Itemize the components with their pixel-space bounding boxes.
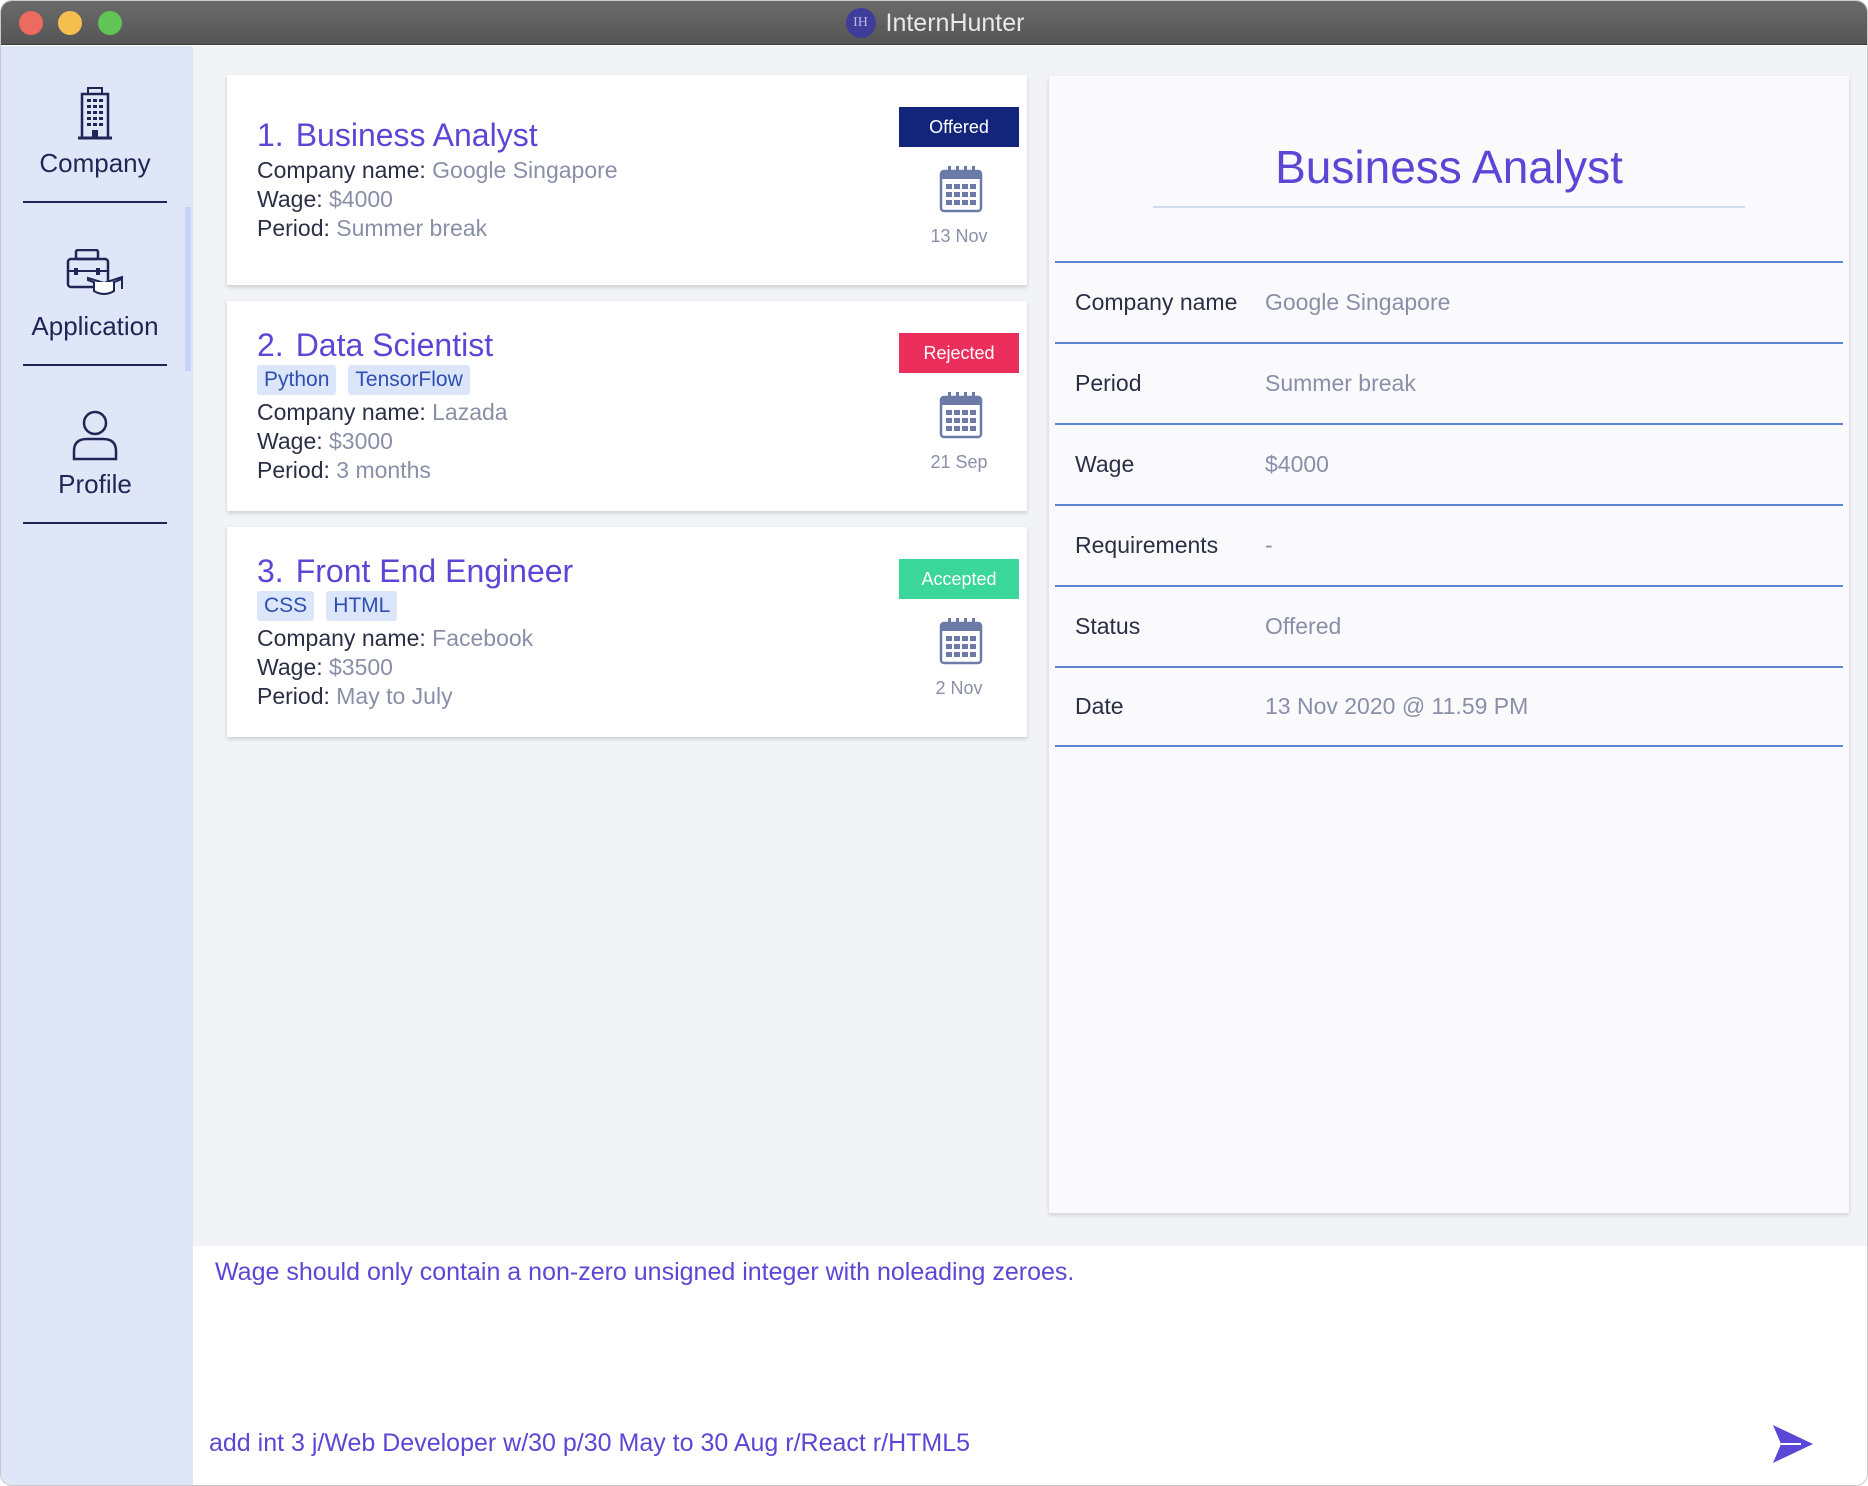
sidebar: Company Application Profile — [1, 46, 193, 1485]
detail-label: Date — [1075, 693, 1124, 719]
calendar-icon — [939, 166, 983, 213]
card-wage-value: $3000 — [329, 428, 393, 454]
card-wage-row: Wage: $4000 — [257, 186, 393, 213]
card-period-value: Summer break — [336, 215, 488, 241]
detail-value: Google Singapore — [1265, 289, 1451, 315]
card-job-title: Front End Engineer — [295, 553, 574, 589]
briefcase-graduation-icon — [66, 249, 124, 303]
card-company-value: Facebook — [432, 625, 534, 651]
card-tags: CSS HTML — [257, 591, 398, 621]
card-job-title: Data Scientist — [295, 327, 494, 363]
tag: TensorFlow — [348, 365, 470, 395]
detail-row: Requirements - — [1055, 504, 1843, 585]
card-period-label: Period: — [257, 215, 330, 241]
sidebar-item-label: Application — [31, 311, 159, 341]
card-wage-row: Wage: $3500 — [257, 654, 393, 681]
card-date: 21 Sep — [930, 452, 988, 472]
card-period-value: May to July — [336, 683, 453, 709]
user-icon — [71, 409, 119, 461]
card-title: 2. Data Scientist — [257, 327, 493, 364]
sidebar-selection-indicator — [185, 207, 191, 371]
detail-title: Business Analyst — [1275, 141, 1623, 193]
detail-row: Company name Google Singapore — [1055, 261, 1843, 342]
calendar-icon — [939, 618, 983, 665]
card-company-row: Company name: Google Singapore — [257, 157, 618, 184]
status-badge: Rejected — [899, 333, 1019, 373]
card-company-label: Company name: — [257, 157, 426, 183]
card-period-label: Period: — [257, 457, 330, 483]
sidebar-item-application[interactable]: Application — [23, 209, 167, 366]
detail-label: Wage — [1075, 451, 1135, 477]
card-company-label: Company name: — [257, 399, 426, 425]
card-index: 1. — [257, 117, 284, 153]
detail-value: $4000 — [1265, 451, 1329, 477]
window-title: InternHunter — [885, 8, 1025, 37]
card-index: 2. — [257, 327, 284, 363]
card-company-label: Company name: — [257, 625, 426, 651]
card-wage-value: $3500 — [329, 654, 393, 680]
sidebar-item-company[interactable]: Company — [23, 46, 167, 203]
detail-row: Status Offered — [1055, 585, 1843, 666]
card-job-title: Business Analyst — [295, 117, 538, 153]
sidebar-item-label: Profile — [58, 469, 132, 499]
status-badge: Accepted — [899, 559, 1019, 599]
card-wage-label: Wage: — [257, 654, 323, 680]
detail-row: Date 13 Nov 2020 @ 11.59 PM — [1055, 666, 1843, 747]
calendar-icon — [939, 392, 983, 439]
app-logo-icon: IH — [845, 8, 876, 38]
card-title: 3. Front End Engineer — [257, 553, 573, 590]
detail-label: Company name — [1075, 289, 1238, 315]
card-period-row: Period: 3 months — [257, 457, 431, 484]
building-icon — [78, 86, 112, 140]
card-period-row: Period: May to July — [257, 683, 453, 710]
detail-title-divider — [1153, 206, 1745, 208]
send-icon[interactable] — [1771, 1423, 1815, 1465]
result-display: Wage should only contain a non-zero unsi… — [193, 1246, 1867, 1396]
card-wage-label: Wage: — [257, 428, 323, 454]
detail-label: Status — [1075, 613, 1141, 639]
main-panel: 1. Business Analyst Company name: Google … — [193, 46, 1867, 1246]
detail-row: Period Summer break — [1055, 342, 1843, 423]
detail-label: Period — [1075, 370, 1142, 396]
detail-value: 13 Nov 2020 @ 11.59 PM — [1265, 693, 1529, 719]
app-window: IH InternHunter Company Application Prof… — [0, 0, 1868, 1486]
card-index: 3. — [257, 553, 284, 589]
card-company-row: Company name: Lazada — [257, 399, 508, 426]
result-message: Wage should only contain a non-zero unsi… — [215, 1258, 1075, 1286]
card-company-value: Lazada — [432, 399, 508, 425]
card-tags: Python TensorFlow — [257, 365, 470, 395]
tag: HTML — [326, 591, 398, 621]
card-date: 2 Nov — [935, 678, 983, 698]
detail-value: - — [1265, 532, 1273, 558]
detail-label: Requirements — [1075, 532, 1219, 558]
card-period-row: Period: Summer break — [257, 215, 487, 242]
sidebar-item-label: Company — [39, 148, 151, 178]
tag: CSS — [257, 591, 315, 621]
detail-row: Wage $4000 — [1055, 423, 1843, 504]
application-card[interactable]: 2. Data Scientist Python TensorFlow Compa… — [227, 301, 1027, 511]
application-card[interactable]: 1. Business Analyst Company name: Google … — [227, 75, 1027, 285]
detail-table: Company name Google Singapore Period Summe… — [1055, 261, 1843, 747]
card-period-label: Period: — [257, 683, 330, 709]
card-title: 1. Business Analyst — [257, 117, 538, 154]
status-badge: Offered — [899, 107, 1019, 147]
card-company-row: Company name: Facebook — [257, 625, 533, 652]
detail-panel: Business Analyst Company name Google Sing… — [1049, 76, 1849, 1213]
command-input[interactable] — [209, 1421, 1709, 1465]
card-wage-value: $4000 — [329, 186, 393, 212]
card-company-value: Google Singapore — [432, 157, 618, 183]
card-wage-row: Wage: $3000 — [257, 428, 393, 455]
detail-value: Summer break — [1265, 370, 1416, 396]
sidebar-item-profile[interactable]: Profile — [23, 367, 167, 524]
title-bar: IH InternHunter — [1, 1, 1867, 45]
card-date: 13 Nov — [930, 226, 988, 246]
detail-value: Offered — [1265, 613, 1342, 639]
card-wage-label: Wage: — [257, 186, 323, 212]
card-period-value: 3 months — [336, 457, 431, 483]
tag: Python — [257, 365, 337, 395]
title-wrap: IH InternHunter — [1, 1, 1867, 45]
command-box — [193, 1401, 1867, 1485]
application-card[interactable]: 3. Front End Engineer CSS HTML Company na… — [227, 527, 1027, 737]
